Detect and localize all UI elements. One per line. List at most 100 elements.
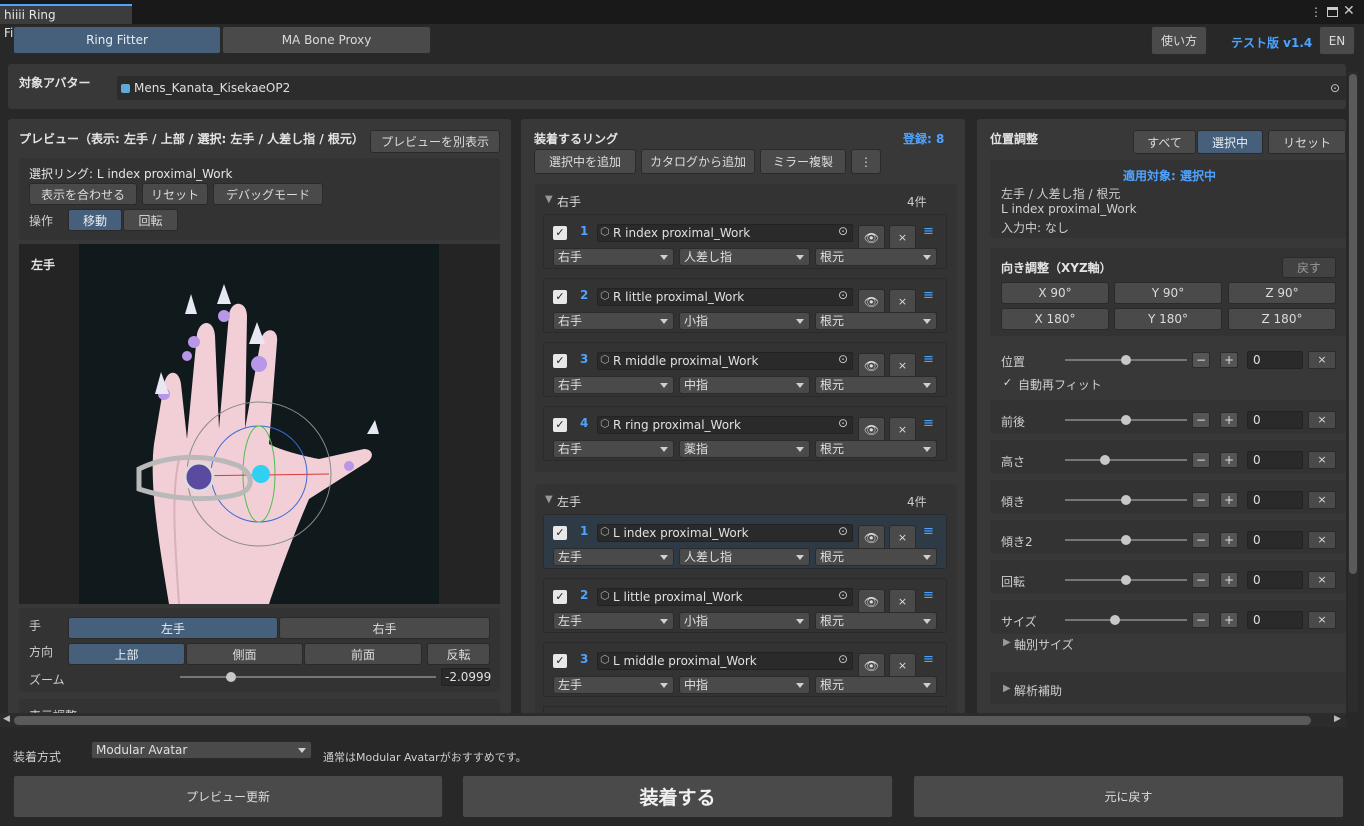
- rotate-y180-button[interactable]: Y 180°: [1114, 308, 1222, 330]
- remove-ring-button[interactable]: ×: [889, 289, 916, 314]
- segment-dropdown[interactable]: 根元: [815, 548, 937, 566]
- horizontal-scrollbar-thumb[interactable]: [14, 716, 1311, 725]
- finger-dropdown[interactable]: 小指: [679, 312, 810, 330]
- rotate-z90-button[interactable]: Z 90°: [1228, 282, 1336, 304]
- clear-value-button[interactable]: ×: [1308, 451, 1336, 469]
- visibility-eye-icon[interactable]: 👁: [858, 289, 885, 314]
- decrement-button[interactable]: −: [1192, 492, 1210, 508]
- view-top-button[interactable]: 上部: [68, 643, 185, 665]
- adjust-slider-knob[interactable]: [1121, 535, 1131, 545]
- clear-value-button[interactable]: ×: [1308, 611, 1336, 629]
- ring-enabled-checkbox[interactable]: ✓: [553, 418, 567, 432]
- vertical-scrollbar-thumb[interactable]: [1349, 74, 1357, 574]
- drag-handle-icon[interactable]: ≡: [923, 524, 934, 539]
- visibility-eye-icon[interactable]: 👁: [858, 589, 885, 614]
- remove-ring-button[interactable]: ×: [889, 225, 916, 250]
- rotate-y90-button[interactable]: Y 90°: [1114, 282, 1222, 304]
- position-reset-button[interactable]: リセット: [1268, 130, 1346, 154]
- increment-button[interactable]: +: [1220, 612, 1238, 628]
- increment-button[interactable]: +: [1220, 452, 1238, 468]
- more-options-button[interactable]: ⋮: [851, 149, 881, 174]
- clear-value-button[interactable]: ×: [1308, 531, 1336, 549]
- visibility-eye-icon[interactable]: 👁: [858, 653, 885, 678]
- preview-reset-button[interactable]: リセット: [142, 183, 208, 205]
- expand-arrow-icon[interactable]: ▶: [1003, 637, 1011, 648]
- increment-button[interactable]: +: [1220, 532, 1238, 548]
- mirror-copy-button[interactable]: ミラー複製: [760, 149, 846, 174]
- rotate-tool-button[interactable]: 回転: [123, 209, 178, 231]
- drag-handle-icon[interactable]: ≡: [923, 652, 934, 667]
- apply-selected-button[interactable]: 選択中: [1197, 130, 1263, 154]
- decrement-button[interactable]: −: [1192, 452, 1210, 468]
- hand-dropdown[interactable]: 左手: [553, 676, 674, 694]
- remove-ring-button[interactable]: ×: [889, 525, 916, 550]
- adjust-slider-knob[interactable]: [1121, 415, 1131, 425]
- segment-dropdown[interactable]: 根元: [815, 440, 937, 458]
- ring-object-field[interactable]: R little proximal_Work: [597, 288, 853, 306]
- decrement-button[interactable]: −: [1192, 532, 1210, 548]
- zoom-value[interactable]: -2.0999: [441, 668, 491, 686]
- scroll-right-icon[interactable]: ▶: [1334, 714, 1341, 724]
- ring-object-field[interactable]: L index proximal_Work: [597, 524, 853, 542]
- axis-size-foldout[interactable]: 軸別サイズ: [1014, 636, 1074, 653]
- remove-ring-button[interactable]: ×: [889, 417, 916, 442]
- remove-ring-button[interactable]: ×: [889, 353, 916, 378]
- adjust-value-field[interactable]: 0: [1247, 491, 1303, 509]
- object-picker-icon[interactable]: ⊙: [838, 652, 848, 666]
- flip-button[interactable]: 反転: [427, 643, 490, 665]
- clear-value-button[interactable]: ×: [1308, 411, 1336, 429]
- decrement-button[interactable]: −: [1192, 412, 1210, 428]
- segment-dropdown[interactable]: 根元: [815, 376, 937, 394]
- increment-button[interactable]: +: [1220, 492, 1238, 508]
- drag-handle-icon[interactable]: ≡: [923, 224, 934, 239]
- visibility-eye-icon[interactable]: 👁: [858, 225, 885, 250]
- remove-ring-button[interactable]: ×: [889, 653, 916, 678]
- hand-dropdown[interactable]: 右手: [553, 440, 674, 458]
- segment-dropdown[interactable]: 根元: [815, 676, 937, 694]
- object-picker-icon[interactable]: ⊙: [838, 288, 848, 302]
- drag-handle-icon[interactable]: ≡: [923, 288, 934, 303]
- segment-dropdown[interactable]: 根元: [815, 312, 937, 330]
- move-tool-button[interactable]: 移動: [68, 209, 122, 231]
- adjust-value-field[interactable]: 0: [1247, 611, 1303, 629]
- rotate-z180-button[interactable]: Z 180°: [1228, 308, 1336, 330]
- decrement-button[interactable]: −: [1192, 612, 1210, 628]
- finger-dropdown[interactable]: 人差し指: [679, 548, 810, 566]
- hand-dropdown[interactable]: 左手: [553, 548, 674, 566]
- help-button[interactable]: 使い方: [1151, 26, 1207, 55]
- collapse-arrow-icon[interactable]: ▼: [545, 194, 553, 205]
- adjust-value-field[interactable]: 0: [1247, 451, 1303, 469]
- drag-handle-icon[interactable]: ≡: [923, 416, 934, 431]
- auto-refit-checkbox[interactable]: ✓: [1002, 377, 1013, 388]
- segment-dropdown[interactable]: 根元: [815, 612, 937, 630]
- visibility-eye-icon[interactable]: 👁: [858, 353, 885, 378]
- ring-object-field[interactable]: R middle proximal_Work: [597, 352, 853, 370]
- hand-dropdown[interactable]: 右手: [553, 248, 674, 266]
- finger-dropdown[interactable]: 小指: [679, 612, 810, 630]
- undo-orientation-button[interactable]: 戻す: [1282, 257, 1336, 278]
- object-picker-icon[interactable]: ⊙: [1330, 81, 1340, 95]
- language-button[interactable]: EN: [1319, 26, 1355, 55]
- object-picker-icon[interactable]: ⊙: [838, 416, 848, 430]
- visibility-eye-icon[interactable]: 👁: [858, 417, 885, 442]
- maximize-icon[interactable]: [1327, 7, 1338, 17]
- view-front-button[interactable]: 前面: [304, 643, 422, 665]
- finger-dropdown[interactable]: 薬指: [679, 440, 810, 458]
- ring-enabled-checkbox[interactable]: ✓: [553, 526, 567, 540]
- zoom-slider[interactable]: [180, 676, 436, 678]
- remove-ring-button[interactable]: ×: [889, 589, 916, 614]
- object-picker-icon[interactable]: ⊙: [838, 588, 848, 602]
- object-picker-icon[interactable]: ⊙: [838, 352, 848, 366]
- clear-value-button[interactable]: ×: [1308, 351, 1336, 369]
- adjust-slider-knob[interactable]: [1121, 575, 1131, 585]
- drag-handle-icon[interactable]: ≡: [923, 352, 934, 367]
- menu-dots-icon[interactable]: ⋮: [1310, 5, 1322, 19]
- adjust-slider-knob[interactable]: [1121, 355, 1131, 365]
- clear-value-button[interactable]: ×: [1308, 491, 1336, 509]
- tab-ring-fitter[interactable]: Ring Fitter: [13, 26, 221, 54]
- adjust-value-field[interactable]: 0: [1247, 351, 1303, 369]
- expand-arrow-icon[interactable]: ▶: [1003, 683, 1011, 694]
- object-picker-icon[interactable]: ⊙: [838, 224, 848, 238]
- revert-button[interactable]: 元に戻す: [913, 775, 1344, 818]
- adjust-slider[interactable]: [1065, 459, 1187, 461]
